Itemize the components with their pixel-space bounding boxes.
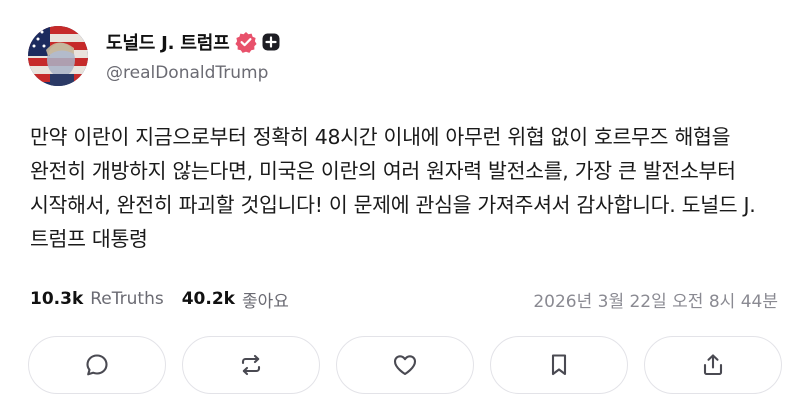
like-button[interactable] [336, 336, 474, 394]
action-bar [28, 336, 782, 396]
truth-post: 도널드 J. 트럼프 @realDonaldTrump 만약 이란이 지금으로부… [0, 0, 800, 418]
verified-badge-icon [235, 31, 258, 53]
share-button[interactable] [644, 336, 782, 394]
share-icon [700, 352, 726, 378]
bookmark-button[interactable] [490, 336, 628, 394]
name-row: 도널드 J. 트럼프 [106, 29, 280, 55]
post-timestamp: 2026년 3월 22일 오전 8시 44분 [533, 291, 778, 312]
plus-box-icon[interactable] [262, 33, 280, 51]
retruths-label[interactable]: ReTruths [90, 289, 163, 309]
comment-icon [84, 352, 110, 378]
likes-count[interactable]: 40.2k [182, 289, 235, 309]
likes-label[interactable]: 좋아요 [242, 287, 289, 312]
post-text: 만약 이란이 지금으로부터 정확히 48시간 이내에 아무런 위협 없이 호르무… [30, 125, 756, 251]
post-stats: 10.3k ReTruths 40.2k 좋아요 2026년 3월 22일 오전… [30, 286, 778, 312]
post-header: 도널드 J. 트럼프 @realDonaldTrump [28, 26, 280, 86]
retruths-count[interactable]: 10.3k [30, 289, 83, 309]
heart-icon [391, 352, 419, 378]
author-handle[interactable]: @realDonaldTrump [106, 63, 280, 83]
author-identity: 도널드 J. 트럼프 @realDonaldTrump [106, 29, 280, 83]
reply-button[interactable] [28, 336, 166, 394]
avatar[interactable] [28, 26, 88, 86]
retruth-button[interactable] [182, 336, 320, 394]
author-display-name[interactable]: 도널드 J. 트럼프 [106, 29, 230, 55]
bookmark-icon [547, 352, 571, 378]
repost-icon [238, 352, 264, 378]
